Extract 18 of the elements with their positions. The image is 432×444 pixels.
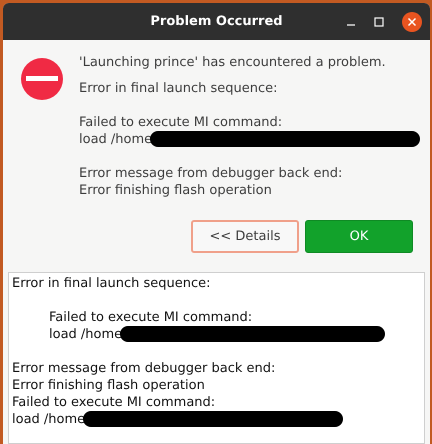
- details-line: Failed to execute MI command:: [12, 395, 216, 410]
- message-line: load /home: [79, 132, 152, 147]
- window-title: Problem Occurred: [150, 12, 283, 31]
- details-line: load /home: [49, 327, 122, 342]
- details-line: load /home: [12, 412, 86, 427]
- details-line: Error message from debugger back end:: [12, 361, 276, 376]
- details-line: Error in final launch sequence:: [12, 276, 211, 291]
- message-line: Error message from debugger back end:: [79, 166, 342, 181]
- maximize-icon[interactable]: [374, 16, 384, 26]
- message-line: Error finishing flash operation: [79, 183, 272, 198]
- details-line: Error finishing flash operation: [12, 378, 205, 393]
- details-line: Failed to execute MI command:: [49, 310, 252, 325]
- details-button[interactable]: << Details: [191, 220, 299, 253]
- message-line: Failed to execute MI command:: [79, 115, 282, 130]
- error-headline: 'Launching prince' has encountered a problem.: [79, 54, 387, 71]
- error-icon: [20, 57, 64, 101]
- close-icon[interactable]: [402, 12, 422, 32]
- message-line: Error in final launch sequence:: [79, 81, 278, 96]
